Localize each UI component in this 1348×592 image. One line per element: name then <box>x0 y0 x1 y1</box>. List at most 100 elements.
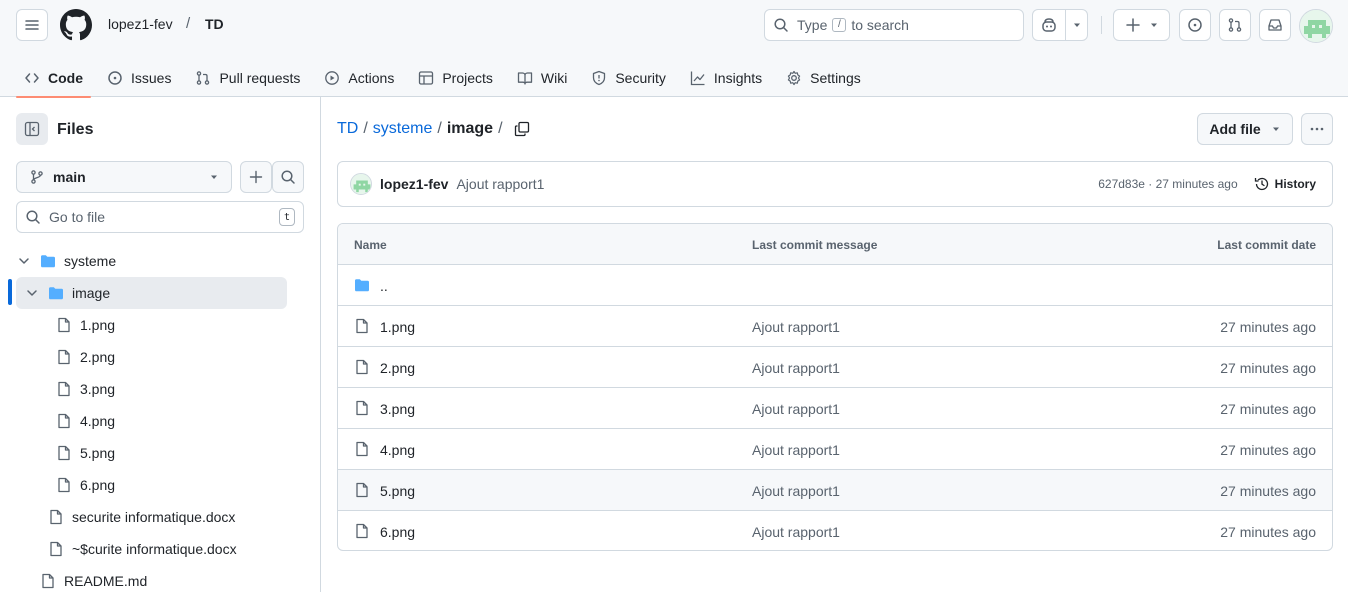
graph-icon <box>690 71 705 85</box>
add-file-sidebar-button[interactable] <box>240 161 272 193</box>
commit-message-link[interactable]: Ajout rapport1 <box>752 442 840 458</box>
file-icon <box>356 359 368 375</box>
repo-link[interactable]: TD <box>205 16 224 32</box>
commit-author-link[interactable]: lopez1-fev <box>380 176 448 192</box>
tab-code[interactable]: Code <box>16 58 91 98</box>
copilot-icon <box>1042 18 1056 32</box>
tab-settings[interactable]: Settings <box>778 58 869 97</box>
triangle-down-icon <box>1272 127 1279 131</box>
tab-actions[interactable]: Actions <box>316 58 402 97</box>
commit-date: 27 minutes ago <box>1220 401 1316 417</box>
commit-message-link[interactable]: Ajout rapport1 <box>752 401 840 417</box>
file-name-link[interactable]: 5.png <box>380 483 415 499</box>
issue-icon <box>108 70 122 85</box>
tree-item-file[interactable]: 3.png <box>56 373 287 405</box>
file-name-link[interactable]: 4.png <box>380 442 415 458</box>
file-icon <box>50 541 62 557</box>
more-options-button[interactable] <box>1301 113 1333 145</box>
folder-open-icon <box>49 287 63 300</box>
breadcrumb-separator: / <box>186 15 191 32</box>
pull-request-icon <box>1228 18 1242 32</box>
file-name-link[interactable]: 3.png <box>380 401 415 417</box>
commit-message-link[interactable]: Ajout rapport1 <box>752 483 840 499</box>
commit-message-link[interactable]: Ajout rapport1 <box>752 360 840 376</box>
commit-date: 27 minutes ago <box>1220 524 1316 540</box>
file-name-link[interactable]: 1.png <box>380 319 415 335</box>
header-divider <box>1101 16 1102 34</box>
add-file-button[interactable]: Add file <box>1197 113 1293 145</box>
triangle-down-icon <box>1073 23 1080 27</box>
col-name-header: Name <box>354 238 387 252</box>
app-header: lopez1-fev / TD Type / to search Code Is… <box>0 0 1348 98</box>
tree-item-file[interactable]: 1.png <box>56 309 287 341</box>
parent-directory-row[interactable]: .. <box>338 265 1332 306</box>
owner-link[interactable]: lopez1-fev <box>108 16 173 32</box>
file-icon <box>58 477 70 493</box>
table-row: 3.png Ajout rapport1 27 minutes ago <box>338 388 1332 429</box>
git-branch-icon <box>31 170 43 184</box>
tab-pull-requests[interactable]: Pull requests <box>187 58 308 97</box>
tree-item-file[interactable]: 5.png <box>56 437 287 469</box>
user-avatar[interactable] <box>1299 9 1333 43</box>
pull-request-icon <box>197 70 210 85</box>
copilot-button[interactable] <box>1033 10 1066 40</box>
table-row: 2.png Ajout rapport1 27 minutes ago <box>338 347 1332 388</box>
breadcrumb-root-link[interactable]: TD <box>337 120 358 138</box>
tab-issues[interactable]: Issues <box>99 58 179 97</box>
table-header: Name Last commit message Last commit dat… <box>338 224 1332 265</box>
tab-insights[interactable]: Insights <box>682 58 770 97</box>
tree-item-file[interactable]: 6.png <box>56 469 287 501</box>
tree-item-file[interactable]: ~$curite informatique.docx <box>48 533 287 565</box>
collapse-sidebar-button[interactable] <box>16 113 48 145</box>
repo-tabs: Code Issues Pull requests Actions Projec… <box>16 58 877 98</box>
github-logo-icon[interactable] <box>60 9 92 41</box>
file-name-link[interactable]: 2.png <box>380 360 415 376</box>
author-avatar[interactable] <box>350 173 372 195</box>
file-icon <box>58 445 70 461</box>
search-suffix: to search <box>851 17 909 33</box>
folder-open-icon <box>41 255 55 268</box>
create-new-button[interactable] <box>1113 9 1170 41</box>
issues-button[interactable] <box>1179 9 1211 41</box>
issue-icon <box>1188 18 1202 32</box>
go-to-file-input[interactable]: Go to file t <box>16 201 304 233</box>
copy-path-button[interactable] <box>514 121 530 137</box>
triangle-down-icon <box>1150 23 1157 27</box>
breadcrumb-folder-link[interactable]: systeme <box>373 120 433 138</box>
search-shortcut-key: / <box>832 18 847 32</box>
tree-item-file[interactable]: securite informatique.docx <box>48 501 287 533</box>
kebab-horizontal-icon <box>1310 127 1324 131</box>
tab-security[interactable]: Security <box>583 58 674 97</box>
tab-label: Insights <box>713 69 763 86</box>
file-icon <box>356 482 368 498</box>
tree-item-systeme[interactable]: systeme <box>16 245 287 277</box>
go-to-file-shortcut-key: t <box>279 208 295 226</box>
file-name-link[interactable]: 6.png <box>380 524 415 540</box>
file-icon <box>50 509 62 525</box>
tree-item-image[interactable]: image <box>16 277 287 309</box>
tab-wiki[interactable]: Wiki <box>509 58 575 97</box>
commit-message-link[interactable]: Ajout rapport1 <box>752 524 840 540</box>
search-files-button[interactable] <box>272 161 304 193</box>
tree-item-file[interactable]: 2.png <box>56 341 287 373</box>
copilot-menu-button[interactable] <box>1066 10 1087 40</box>
tab-projects[interactable]: Projects <box>410 58 501 97</box>
parent-directory-link[interactable]: .. <box>380 278 388 294</box>
commit-message-link[interactable]: Ajout rapport1 <box>752 319 840 335</box>
tree-item-file[interactable]: 4.png <box>56 405 287 437</box>
breadcrumb-separator: / <box>498 120 503 137</box>
pull-requests-button[interactable] <box>1219 9 1251 41</box>
tree-item-file[interactable]: README.md <box>40 565 287 592</box>
tree-item-label: 2.png <box>80 349 116 365</box>
tree-item-label: securite informatique.docx <box>72 509 236 525</box>
branch-selector[interactable]: main <box>16 161 232 193</box>
commit-message-link[interactable]: Ajout rapport1 <box>456 176 1098 192</box>
commit-meta[interactable]: 627d83e · 27 minutes ago <box>1098 177 1237 191</box>
search-input[interactable]: Type / to search <box>764 9 1024 41</box>
inbox-button[interactable] <box>1259 9 1291 41</box>
history-button[interactable]: History <box>1254 176 1316 192</box>
tab-label: Actions <box>348 69 395 86</box>
breadcrumb: TD / systeme / image / <box>337 120 530 138</box>
tab-label: Settings <box>810 69 861 86</box>
menu-button[interactable] <box>16 9 48 41</box>
